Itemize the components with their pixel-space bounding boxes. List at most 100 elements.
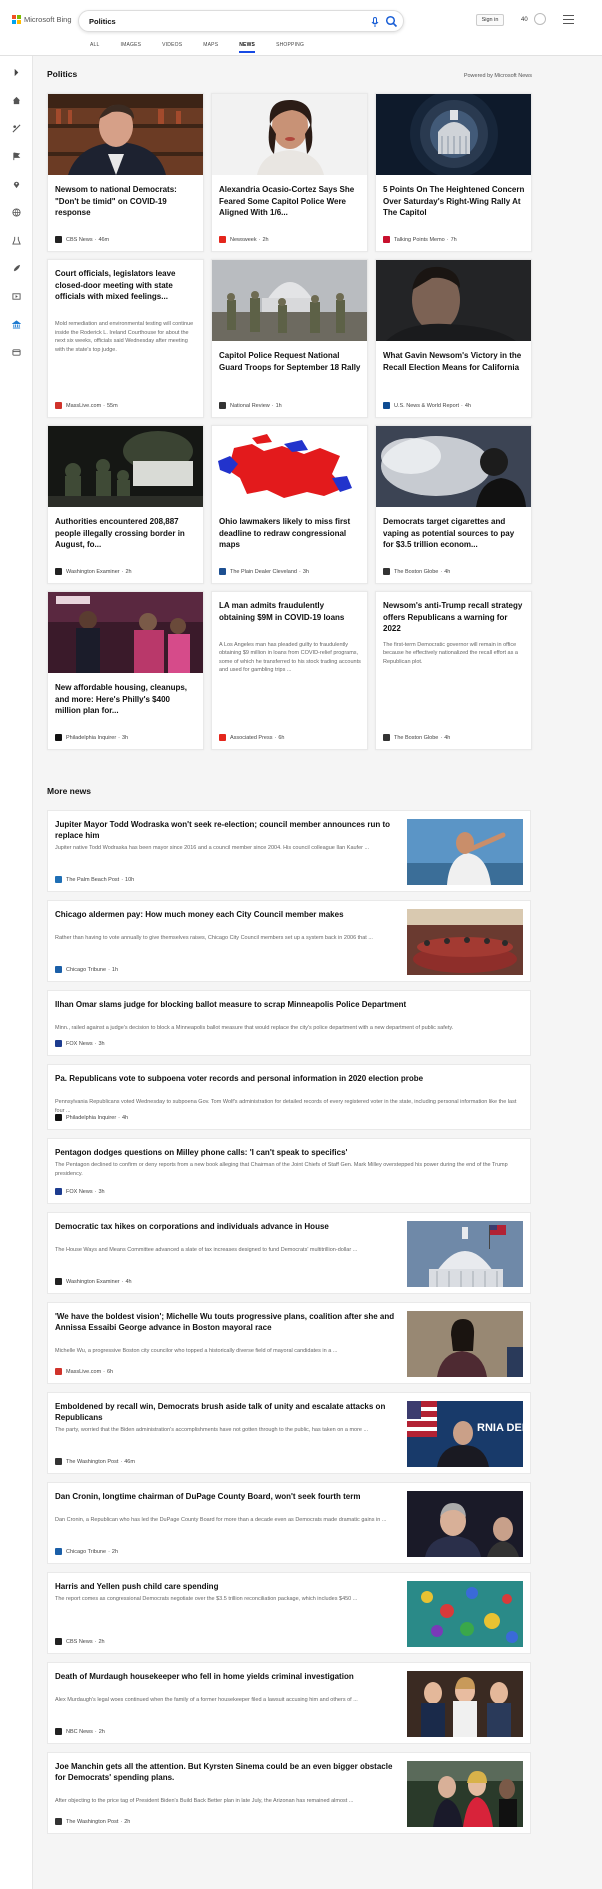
source-name[interactable]: The Palm Beach Post: [66, 877, 119, 883]
news-card-title[interactable]: Ohio lawmakers likely to miss first dead…: [219, 516, 361, 551]
location-icon[interactable]: [10, 178, 22, 190]
news-card[interactable]: 5 Points On The Heightened Concern Over …: [375, 93, 532, 252]
more-news-image[interactable]: [407, 819, 523, 885]
bank-icon[interactable]: [10, 318, 22, 330]
news-card-title[interactable]: 5 Points On The Heightened Concern Over …: [383, 184, 525, 219]
news-card-image[interactable]: [48, 592, 203, 673]
news-card[interactable]: Newsom to national Democrats: "Don't be …: [47, 93, 204, 252]
news-card-title[interactable]: Democrats target cigarettes and vaping a…: [383, 516, 525, 551]
source-name[interactable]: Philadelphia Inquirer: [66, 1115, 116, 1121]
more-news-item[interactable]: Pentagon dodges questions on Milley phon…: [47, 1138, 531, 1204]
more-news-title[interactable]: 'We have the boldest vision'; Michelle W…: [55, 1311, 400, 1333]
more-news-item[interactable]: Emboldened by recall win, Democrats brus…: [47, 1392, 531, 1474]
search-icon[interactable]: [385, 15, 398, 28]
news-card-title[interactable]: Authorities encountered 208,887 people i…: [55, 516, 197, 551]
tab-all[interactable]: ALL: [90, 42, 100, 48]
tab-videos[interactable]: VIDEOS: [162, 42, 182, 48]
tab-news[interactable]: NEWS: [239, 42, 255, 53]
news-card-image[interactable]: [376, 426, 531, 507]
more-news-title[interactable]: Pentagon dodges questions on Milley phon…: [55, 1147, 523, 1158]
microphone-icon[interactable]: [369, 16, 381, 28]
source-name[interactable]: NBC News: [66, 1729, 93, 1735]
search-box[interactable]: [78, 10, 404, 32]
card-icon[interactable]: [10, 346, 22, 358]
source-name[interactable]: MassLive.com: [66, 1369, 101, 1375]
more-news-image[interactable]: [407, 1221, 523, 1287]
news-card[interactable]: Alexandria Ocasio-Cortez Says She Feared…: [211, 93, 368, 252]
more-news-image[interactable]: [407, 1671, 523, 1737]
news-card[interactable]: LA man admits fraudulently obtaining $9M…: [211, 591, 368, 750]
news-card-image[interactable]: [376, 94, 531, 175]
sports-icon[interactable]: [10, 122, 22, 134]
source-name[interactable]: The Washington Post: [66, 1459, 118, 1465]
news-card[interactable]: Court officials, legislators leave close…: [47, 259, 204, 418]
news-card-title[interactable]: Alexandria Ocasio-Cortez Says She Feared…: [219, 184, 361, 219]
more-news-item[interactable]: 'We have the boldest vision'; Michelle W…: [47, 1302, 531, 1384]
news-card[interactable]: Newsom's anti-Trump recall strategy offe…: [375, 591, 532, 750]
source-name[interactable]: FOX News: [66, 1189, 93, 1195]
more-news-title[interactable]: Jupiter Mayor Todd Wodraska won't seek r…: [55, 819, 400, 841]
more-news-image[interactable]: [407, 1491, 523, 1557]
expand-icon[interactable]: [10, 66, 22, 78]
more-news-title[interactable]: Death of Murdaugh housekeeper who fell i…: [55, 1671, 400, 1682]
news-card-image[interactable]: [212, 94, 367, 175]
source-name[interactable]: The Plain Dealer Cleveland: [230, 569, 297, 575]
more-news-item[interactable]: Dan Cronin, longtime chairman of DuPage …: [47, 1482, 531, 1564]
source-name[interactable]: Philadelphia Inquirer: [66, 735, 116, 741]
more-news-item[interactable]: Death of Murdaugh housekeeper who fell i…: [47, 1662, 531, 1744]
more-news-image[interactable]: [407, 1311, 523, 1377]
more-news-item[interactable]: Democratic tax hikes on corporations and…: [47, 1212, 531, 1294]
source-name[interactable]: Talking Points Memo: [394, 237, 445, 243]
more-news-item[interactable]: Pa. Republicans vote to subpoena voter r…: [47, 1064, 531, 1130]
more-news-title[interactable]: Chicago aldermen pay: How much money eac…: [55, 909, 400, 920]
news-card-title[interactable]: What Gavin Newsom's Victory in the Recal…: [383, 350, 525, 373]
more-news-item[interactable]: Harris and Yellen push child care spendi…: [47, 1572, 531, 1654]
news-card-title[interactable]: Newsom's anti-Trump recall strategy offe…: [383, 600, 525, 635]
more-news-title[interactable]: Pa. Republicans vote to subpoena voter r…: [55, 1073, 523, 1084]
more-news-image[interactable]: RNIA DEM: [407, 1401, 523, 1467]
science-icon[interactable]: [10, 234, 22, 246]
more-news-item[interactable]: Jupiter Mayor Todd Wodraska won't seek r…: [47, 810, 531, 892]
source-name[interactable]: U.S. News & World Report: [394, 403, 459, 409]
news-card-title[interactable]: Newsom to national Democrats: "Don't be …: [55, 184, 197, 219]
flag-icon[interactable]: [10, 150, 22, 162]
news-card-image[interactable]: [212, 260, 367, 341]
source-name[interactable]: The Boston Globe: [394, 569, 438, 575]
bing-logo[interactable]: Microsoft Bing: [12, 15, 72, 24]
more-news-title[interactable]: Emboldened by recall win, Democrats brus…: [55, 1401, 400, 1423]
more-news-title[interactable]: Dan Cronin, longtime chairman of DuPage …: [55, 1491, 400, 1502]
source-name[interactable]: The Washington Post: [66, 1819, 118, 1825]
news-card[interactable]: New affordable housing, cleanups, and mo…: [47, 591, 204, 750]
source-name[interactable]: CBS News: [66, 237, 93, 243]
hamburger-menu-icon[interactable]: [563, 15, 574, 24]
movie-icon[interactable]: [10, 290, 22, 302]
more-news-image[interactable]: [407, 1761, 523, 1827]
rocket-icon[interactable]: [10, 262, 22, 274]
source-name[interactable]: National Review: [230, 403, 270, 409]
source-name[interactable]: Associated Press: [230, 735, 273, 741]
news-card[interactable]: Authorities encountered 208,887 people i…: [47, 425, 204, 584]
source-name[interactable]: FOX News: [66, 1041, 93, 1047]
source-name[interactable]: The Boston Globe: [394, 735, 438, 741]
news-card-image[interactable]: [376, 260, 531, 341]
source-name[interactable]: Newsweek: [230, 237, 257, 243]
news-card[interactable]: Democrats target cigarettes and vaping a…: [375, 425, 532, 584]
news-card-title[interactable]: LA man admits fraudulently obtaining $9M…: [219, 600, 361, 623]
news-card-image[interactable]: [212, 426, 367, 507]
home-icon[interactable]: [10, 94, 22, 106]
tab-images[interactable]: IMAGES: [121, 42, 142, 48]
source-name[interactable]: Chicago Tribune: [66, 967, 106, 973]
news-card-image[interactable]: [48, 426, 203, 507]
news-card[interactable]: Ohio lawmakers likely to miss first dead…: [211, 425, 368, 584]
source-name[interactable]: Washington Examiner: [66, 1279, 120, 1285]
more-news-item[interactable]: Joe Manchin gets all the attention. But …: [47, 1752, 531, 1834]
rewards-points[interactable]: 40: [521, 17, 528, 23]
source-name[interactable]: MassLive.com: [66, 403, 101, 409]
source-name[interactable]: Washington Examiner: [66, 569, 120, 575]
world-icon[interactable]: [10, 206, 22, 218]
source-name[interactable]: CBS News: [66, 1639, 93, 1645]
more-news-title[interactable]: Harris and Yellen push child care spendi…: [55, 1581, 400, 1592]
sign-in-button[interactable]: Sign in: [476, 14, 504, 26]
source-name[interactable]: Chicago Tribune: [66, 1549, 106, 1555]
rewards-trophy-icon[interactable]: [534, 13, 546, 25]
